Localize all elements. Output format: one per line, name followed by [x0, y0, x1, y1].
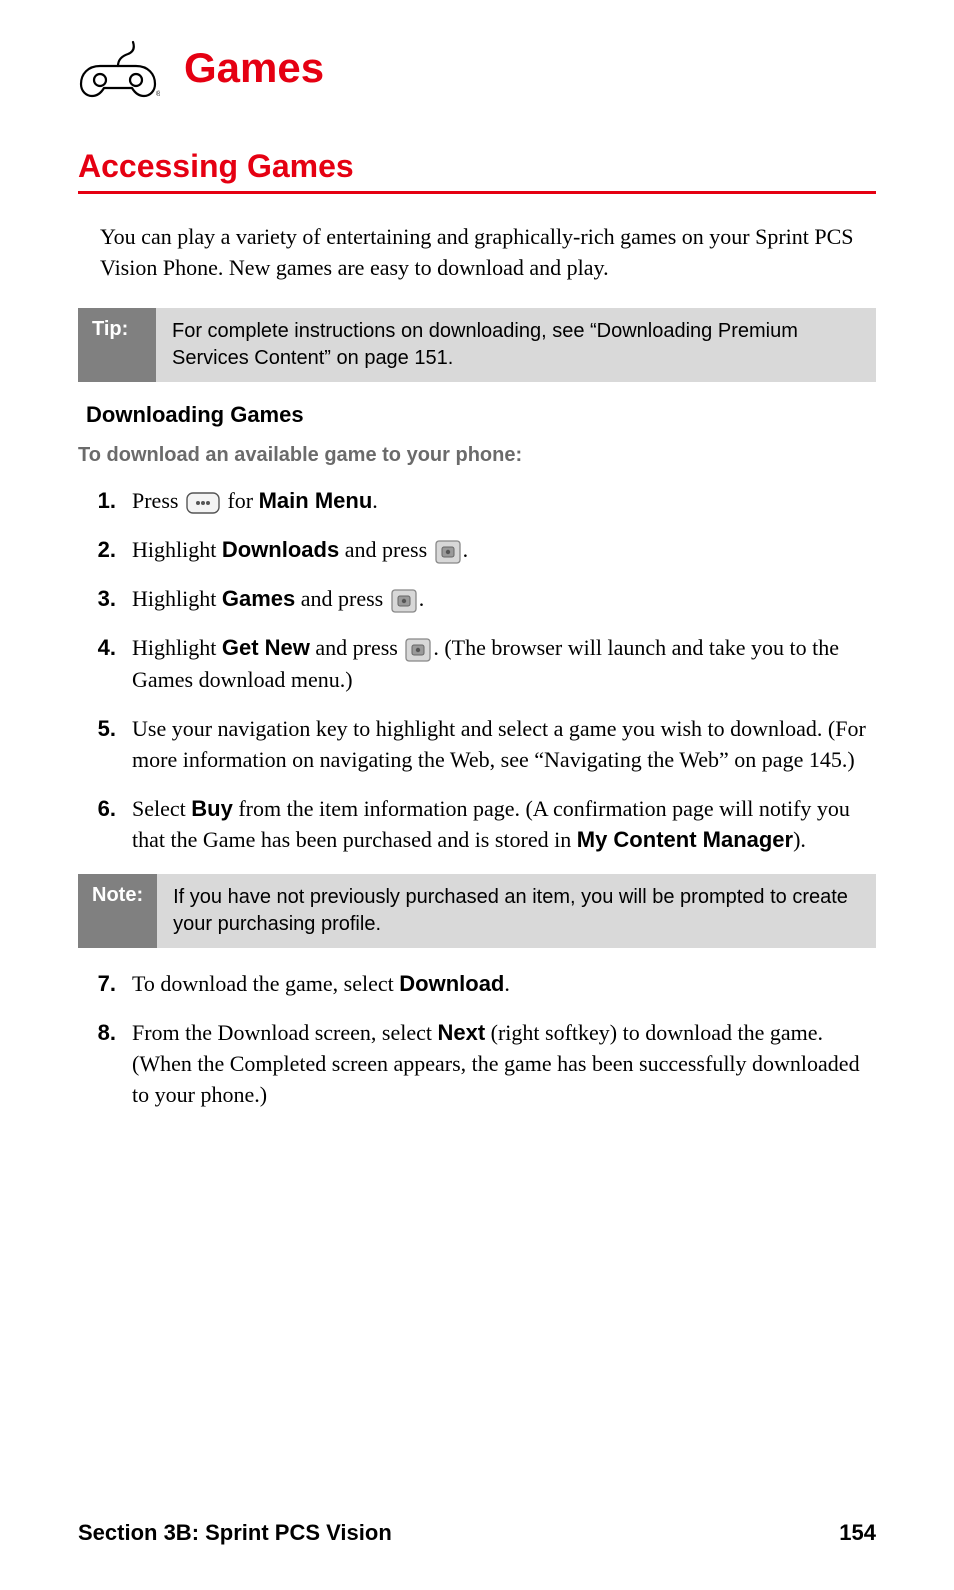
lead-line: To download an available game to your ph… — [78, 444, 876, 467]
step-number: 4. — [78, 632, 132, 694]
step-7: 7. To download the game, select Download… — [78, 968, 876, 999]
section-heading: Accessing Games — [78, 148, 876, 185]
step-number: 6. — [78, 793, 132, 855]
game-controller-icon: ® — [78, 38, 160, 98]
tip-label: Tip: — [78, 308, 156, 382]
footer-page-number: 154 — [839, 1520, 876, 1546]
step-number: 8. — [78, 1017, 132, 1111]
ok-key-icon — [435, 540, 461, 564]
svg-text:®: ® — [156, 90, 160, 98]
subheading: Downloading Games — [86, 402, 876, 428]
menu-key-icon — [186, 492, 220, 514]
page-header: ® Games — [78, 38, 876, 98]
note-label: Note: — [78, 874, 157, 948]
tip-body: For complete instructions on downloading… — [156, 308, 876, 382]
step-4: 4. Highlight Get New and press . (The br… — [78, 632, 876, 694]
step-number: 2. — [78, 534, 132, 565]
step-number: 7. — [78, 968, 132, 999]
step-8: 8. From the Download screen, select Next… — [78, 1017, 876, 1111]
step-6: 6. Select Buy from the item information … — [78, 793, 876, 855]
step-body: Use your navigation key to highlight and… — [132, 713, 876, 775]
step-body: Press for Main Menu. — [132, 485, 876, 516]
step-1: 1. Press for Main Menu. — [78, 485, 876, 516]
step-body: Highlight Games and press . — [132, 583, 876, 614]
footer-section: Section 3B: Sprint PCS Vision — [78, 1520, 392, 1546]
step-number: 5. — [78, 713, 132, 775]
intro-paragraph: You can play a variety of entertaining a… — [100, 222, 876, 284]
step-number: 3. — [78, 583, 132, 614]
page-title: Games — [184, 44, 324, 92]
step-body: From the Download screen, select Next (r… — [132, 1017, 876, 1111]
note-callout: Note: If you have not previously purchas… — [78, 874, 876, 948]
step-3: 3. Highlight Games and press . — [78, 583, 876, 614]
tip-callout: Tip: For complete instructions on downlo… — [78, 308, 876, 382]
ok-key-icon — [405, 638, 431, 662]
step-5: 5. Use your navigation key to highlight … — [78, 713, 876, 775]
step-body: Highlight Get New and press . (The brows… — [132, 632, 876, 694]
step-2: 2. Highlight Downloads and press . — [78, 534, 876, 565]
step-body: Select Buy from the item information pag… — [132, 793, 876, 855]
steps-list: 1. Press for Main Menu. 2. Highlight Dow… — [78, 485, 876, 856]
ok-key-icon — [391, 589, 417, 613]
steps-list-continued: 7. To download the game, select Download… — [78, 968, 876, 1111]
section-rule — [78, 191, 876, 194]
page-footer: Section 3B: Sprint PCS Vision 154 — [78, 1520, 876, 1546]
note-body: If you have not previously purchased an … — [157, 874, 876, 948]
step-number: 1. — [78, 485, 132, 516]
step-body: To download the game, select Download. — [132, 968, 876, 999]
step-body: Highlight Downloads and press . — [132, 534, 876, 565]
